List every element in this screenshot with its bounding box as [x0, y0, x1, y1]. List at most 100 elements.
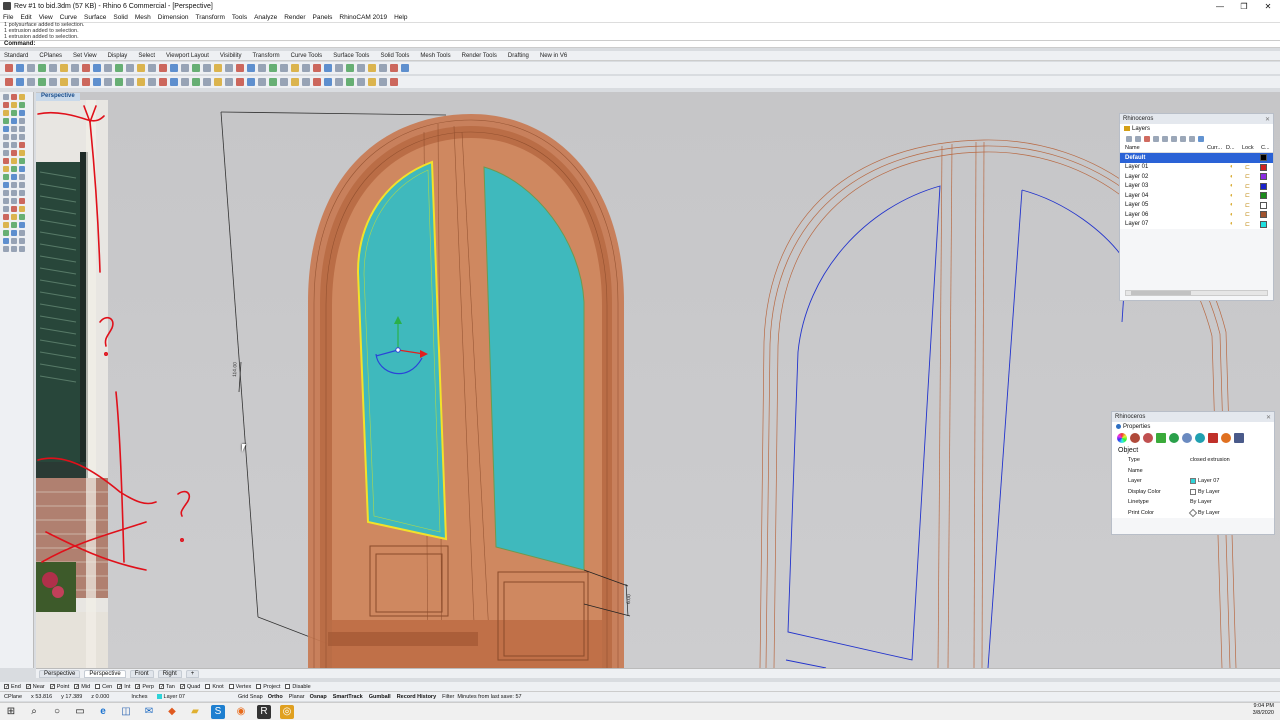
modeling-tool-icon[interactable] [19, 182, 25, 188]
osnap-quad[interactable]: ✓ Quad [179, 684, 200, 690]
material-icon[interactable] [1130, 433, 1140, 443]
standard-tool-icon[interactable] [313, 64, 321, 72]
modeling-tool-icon[interactable] [3, 158, 9, 164]
move-parent-icon[interactable] [1171, 135, 1177, 142]
texture-icon[interactable] [1156, 433, 1166, 443]
modeling-tool-icon[interactable] [11, 246, 17, 252]
modeling-tool-icon[interactable] [3, 110, 9, 116]
modeling-tool-icon[interactable] [3, 214, 9, 220]
layer-row[interactable]: Layer 06 ◐ ⊏ [1120, 210, 1273, 220]
lightbulb-icon[interactable]: ◐ [1230, 183, 1234, 189]
modeling-tool-icon[interactable] [11, 102, 17, 108]
task-view-icon[interactable]: ▭ [73, 705, 87, 719]
standard-tool-icon[interactable] [16, 64, 24, 72]
col-d[interactable]: D... [1226, 145, 1235, 151]
standard-tool-icon[interactable] [27, 64, 35, 72]
property-row[interactable]: Linetype By Layer [1112, 497, 1274, 508]
modeling-tool-icon[interactable] [11, 134, 17, 140]
planar-toggle[interactable]: Planar [289, 694, 305, 700]
secondary-tool-icon[interactable] [302, 78, 310, 86]
secondary-tool-icon[interactable] [225, 78, 233, 86]
property-value[interactable]: By Layer [1190, 488, 1220, 495]
layers-panel-titlebar[interactable]: Rhinoceros ✕ [1120, 114, 1273, 124]
modeling-tool-icon[interactable] [3, 174, 9, 180]
light-icon[interactable] [1143, 433, 1153, 443]
modeling-tool-icon[interactable] [19, 198, 25, 204]
checkbox[interactable]: ✓ [74, 684, 79, 690]
osnap-perp[interactable]: ✓ Perp [135, 684, 154, 690]
modeling-tool-icon[interactable] [19, 246, 25, 252]
secondary-tool-icon[interactable] [379, 78, 387, 86]
layer-row[interactable]: Default [1120, 153, 1273, 163]
property-value[interactable]: Layer 07 [1190, 478, 1219, 485]
units-label[interactable]: Inches [131, 694, 147, 700]
secondary-tool-icon[interactable] [247, 78, 255, 86]
unlock-icon[interactable]: ⊏ [1245, 192, 1250, 199]
checkbox[interactable]: ✓ [179, 684, 185, 690]
mapping-icon[interactable] [1195, 433, 1205, 443]
layer-color-swatch[interactable] [1260, 211, 1267, 219]
osnap-int[interactable]: ✓ Int [117, 684, 130, 690]
checkbox[interactable]: ✓ [135, 684, 141, 690]
layer-color-swatch[interactable] [1260, 182, 1267, 190]
recorder-icon[interactable]: ◎ [280, 704, 294, 719]
standard-tool-icon[interactable] [346, 64, 354, 72]
standard-tool-icon[interactable] [93, 64, 101, 72]
modeling-tool-icon[interactable] [19, 158, 25, 164]
layer-color-swatch[interactable] [1260, 192, 1267, 200]
secondary-tool-icon[interactable] [170, 78, 178, 86]
move-up-icon[interactable] [1153, 135, 1159, 142]
modeling-tool-icon[interactable] [3, 142, 9, 148]
osnap-toggle[interactable]: Osnap [310, 694, 327, 700]
tab-standard[interactable]: Standard [4, 53, 28, 59]
viewport-title[interactable]: Perspective [36, 93, 80, 101]
standard-tool-icon[interactable] [302, 64, 310, 72]
layer-row[interactable]: Layer 05 ◐ ⊏ [1120, 200, 1273, 210]
modeling-tool-icon[interactable] [19, 126, 25, 132]
modeling-tool-icon[interactable] [3, 102, 9, 108]
modeling-tool-icon[interactable] [11, 182, 17, 188]
tab-set-view[interactable]: Set View [73, 53, 97, 59]
modeling-tool-icon[interactable] [11, 126, 17, 132]
modeling-tool-icon[interactable] [3, 206, 9, 212]
maximize-button[interactable]: ❐ [1232, 0, 1256, 12]
secondary-tool-icon[interactable] [104, 78, 112, 86]
layer-row[interactable]: Layer 04 ◐ ⊏ [1120, 191, 1273, 201]
layer-row[interactable]: Layer 03 ◐ ⊏ [1120, 181, 1273, 191]
secondary-tool-icon[interactable] [38, 78, 46, 86]
tab-mesh-tools[interactable]: Mesh Tools [420, 53, 450, 59]
menu-solid[interactable]: Solid [113, 14, 127, 21]
skype-icon[interactable]: S [211, 704, 225, 719]
search-icon[interactable]: ⌕ [27, 705, 41, 719]
osnap-vertex[interactable]: Vertex [228, 684, 251, 690]
menu-file[interactable]: File [3, 14, 13, 21]
osnap-near[interactable]: ✓ Near [25, 684, 45, 690]
secondary-tool-icon[interactable] [82, 78, 90, 86]
secondary-tool-icon[interactable] [93, 78, 101, 86]
app-icon[interactable]: ◆ [165, 705, 179, 719]
osnap-knot[interactable]: Knot [205, 684, 224, 690]
secondary-tool-icon[interactable] [192, 78, 200, 86]
close-icon[interactable]: ✕ [1266, 414, 1271, 421]
modeling-tool-icon[interactable] [3, 94, 9, 100]
property-row[interactable]: Print Color By Layer [1112, 507, 1274, 518]
secondary-tool-icon[interactable] [214, 78, 222, 86]
col-lock[interactable]: Lock [1242, 145, 1254, 151]
property-row[interactable]: Type closed extrusion [1112, 455, 1274, 466]
checkbox[interactable] [256, 684, 262, 689]
standard-tool-icon[interactable] [379, 64, 387, 72]
standard-tool-icon[interactable] [5, 64, 13, 72]
tab-viewport-layout[interactable]: Viewport Layout [166, 53, 209, 59]
standard-tool-icon[interactable] [280, 64, 288, 72]
modeling-tool-icon[interactable] [3, 126, 9, 132]
unlock-icon[interactable]: ⊏ [1245, 202, 1250, 209]
standard-tool-icon[interactable] [137, 64, 145, 72]
layer-row[interactable]: Layer 01 ◐ ⊏ [1120, 162, 1273, 172]
menu-curve[interactable]: Curve [60, 14, 77, 21]
checkbox[interactable] [285, 684, 291, 689]
standard-tool-icon[interactable] [291, 64, 299, 72]
new-sublayer-icon[interactable] [1135, 135, 1141, 142]
tools-icon[interactable] [1189, 135, 1195, 142]
attribute-icon[interactable] [1169, 433, 1179, 443]
osnap-end[interactable]: ✓ End [4, 684, 21, 690]
